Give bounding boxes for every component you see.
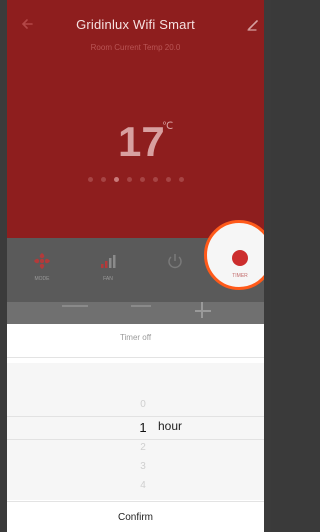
- divider: [0, 357, 271, 358]
- picker-option[interactable]: 2: [136, 442, 150, 453]
- confirm-button[interactable]: Confirm: [0, 512, 271, 523]
- timer-bottom-sheet: Timer off 0 1 2 3 4 hour Confirm: [0, 324, 271, 532]
- plus-icon[interactable]: [195, 310, 211, 312]
- temperature-unit: ℃: [162, 121, 174, 132]
- fan-icon: [34, 253, 50, 269]
- app-title: Gridinlux Wifi Smart: [76, 17, 195, 32]
- divider: [0, 501, 271, 502]
- mode-label: MODE: [34, 276, 50, 282]
- setpoint-temperature: 17: [118, 118, 165, 165]
- dot: [127, 176, 132, 182]
- right-border: [264, 0, 271, 532]
- thermostat-header: Gridinlux Wifi Smart Room Current Temp 2…: [0, 0, 271, 238]
- dot: [101, 176, 106, 182]
- fan-button[interactable]: FAN: [78, 238, 138, 302]
- line-marker: [131, 305, 151, 307]
- picker-option[interactable]: 3: [136, 461, 150, 472]
- dot: [153, 176, 158, 182]
- picker-option-selected[interactable]: 1: [136, 420, 150, 435]
- hour-picker[interactable]: 0 1 2 3 4: [0, 363, 271, 500]
- room-temperature-text: Room Current Temp 20.0: [90, 43, 181, 52]
- power-button[interactable]: [145, 238, 205, 302]
- picker-option[interactable]: 0: [136, 399, 150, 410]
- picker-selection-line: [0, 416, 271, 417]
- dot-active: [114, 176, 119, 182]
- dot: [88, 176, 93, 182]
- line-marker: [62, 305, 88, 307]
- signal-bars-icon: [101, 255, 116, 268]
- dot: [166, 176, 171, 182]
- secondary-controls: [0, 302, 271, 324]
- edit-icon[interactable]: [244, 14, 264, 34]
- picker-option[interactable]: 4: [136, 480, 150, 491]
- dot: [179, 176, 184, 182]
- clock-icon: [232, 250, 248, 266]
- dot: [140, 176, 145, 182]
- hour-unit-label: hour: [158, 419, 183, 433]
- temperature-dots: [88, 175, 198, 183]
- fan-label: FAN: [103, 276, 113, 282]
- back-arrow-icon[interactable]: [18, 14, 38, 34]
- sheet-title: Timer off: [119, 333, 152, 342]
- timer-label: TIMER: [232, 273, 248, 279]
- left-border: [0, 0, 7, 532]
- mode-button[interactable]: MODE: [12, 238, 72, 302]
- power-icon: [168, 254, 182, 269]
- picker-selection-line: [0, 439, 271, 440]
- app-screen: Gridinlux Wifi Smart Room Current Temp 2…: [0, 0, 271, 532]
